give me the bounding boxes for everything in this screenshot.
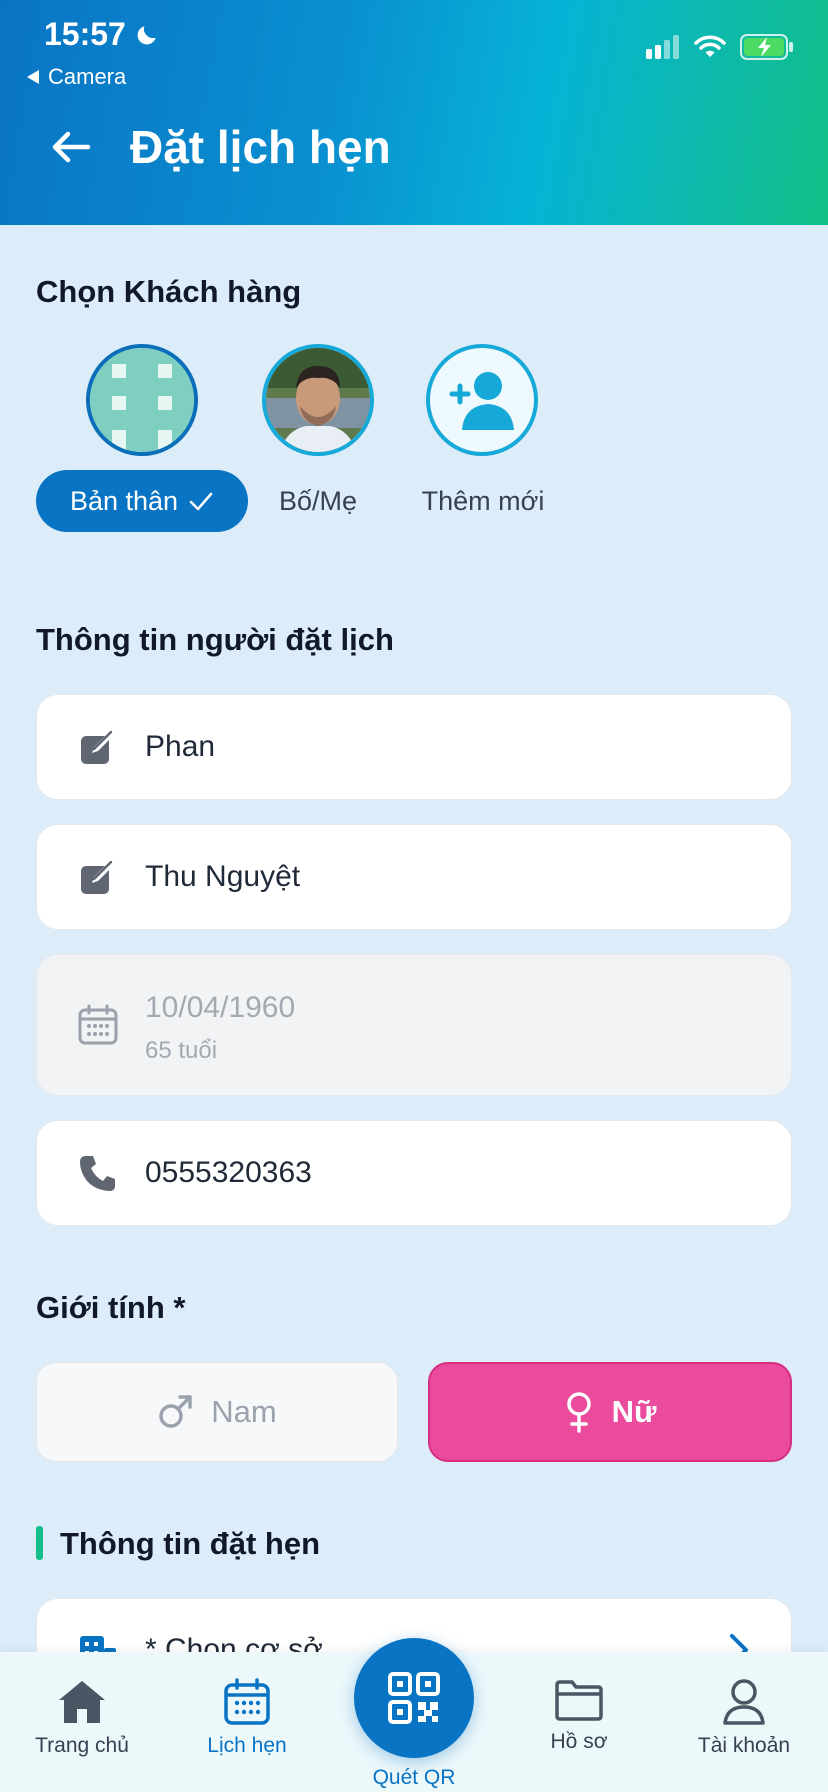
add-person-icon: [449, 372, 514, 430]
nav-appointments[interactable]: Lịch hẹn: [172, 1678, 322, 1758]
customer-chip-parent[interactable]: Bố/Mẹ: [262, 470, 374, 532]
phone-icon: [77, 1152, 119, 1194]
birth-date-field: 10/04/1960 65 tuổi: [36, 954, 792, 1096]
back-triangle-icon: [27, 70, 39, 84]
gender-female-button[interactable]: Nữ: [428, 1362, 792, 1462]
signal-icon: [646, 35, 679, 59]
status-time: 15:57: [44, 16, 160, 53]
birth-date-value: 10/04/1960: [145, 991, 296, 1024]
gender-section-title: Giới tính *: [36, 1290, 186, 1325]
wifi-icon: [694, 35, 726, 57]
back-arrow-icon[interactable]: [50, 129, 92, 165]
qr-code-icon: [388, 1672, 440, 1724]
home-icon: [59, 1681, 105, 1723]
age-value: 65 tuổi: [145, 1037, 218, 1064]
calendar-icon: [77, 1004, 119, 1046]
edit-icon: [77, 726, 119, 768]
nav-records[interactable]: Hồ sơ: [504, 1678, 654, 1754]
section-accent-bar: [36, 1526, 43, 1560]
nav-account[interactable]: Tài khoản: [669, 1678, 819, 1758]
customer-chip-self[interactable]: Bản thân: [36, 470, 248, 532]
scan-qr-label: Quét QR: [372, 1766, 456, 1789]
edit-icon: [77, 856, 119, 898]
add-new-customer-button[interactable]: [426, 344, 538, 456]
calendar-icon: [224, 1678, 270, 1725]
building-avatar-icon: [90, 348, 194, 452]
app-header: 15:57 Camera Đặt lịch hẹn: [0, 0, 828, 225]
scan-qr-button[interactable]: [354, 1638, 474, 1758]
customer-section-title: Chọn Khách hàng: [36, 274, 302, 309]
last-name-field[interactable]: Phan: [36, 694, 792, 800]
male-icon: [159, 1395, 193, 1428]
back-to-camera[interactable]: Camera: [26, 64, 126, 90]
page-title: Đặt lịch hẹn: [130, 121, 391, 173]
last-name-value: Phan: [145, 730, 216, 763]
gender-male-button[interactable]: Nam: [36, 1362, 398, 1462]
customer-avatar-parent[interactable]: [262, 344, 374, 456]
person-photo-avatar: [266, 348, 370, 452]
customer-chip-add-new[interactable]: Thêm mới: [408, 470, 558, 532]
first-name-field[interactable]: Thu Nguyệt: [36, 824, 792, 930]
booker-section-title: Thông tin người đặt lịch: [36, 622, 394, 657]
moon-icon: [137, 25, 156, 44]
user-icon: [723, 1679, 765, 1725]
phone-field[interactable]: 0555320363: [36, 1120, 792, 1226]
check-icon: [189, 492, 213, 511]
customer-avatar-self[interactable]: [86, 344, 198, 456]
nav-home[interactable]: Trang chủ: [7, 1678, 157, 1758]
phone-value: 0555320363: [145, 1156, 312, 1189]
status-indicators: [646, 34, 794, 60]
battery-charging-icon: [740, 34, 793, 60]
first-name-value: Thu Nguyệt: [145, 860, 301, 893]
header-title-row: Đặt lịch hẹn: [50, 120, 391, 174]
female-icon: [566, 1392, 591, 1433]
folder-icon: [555, 1680, 603, 1721]
appointment-section-title: Thông tin đặt hẹn: [60, 1526, 321, 1561]
